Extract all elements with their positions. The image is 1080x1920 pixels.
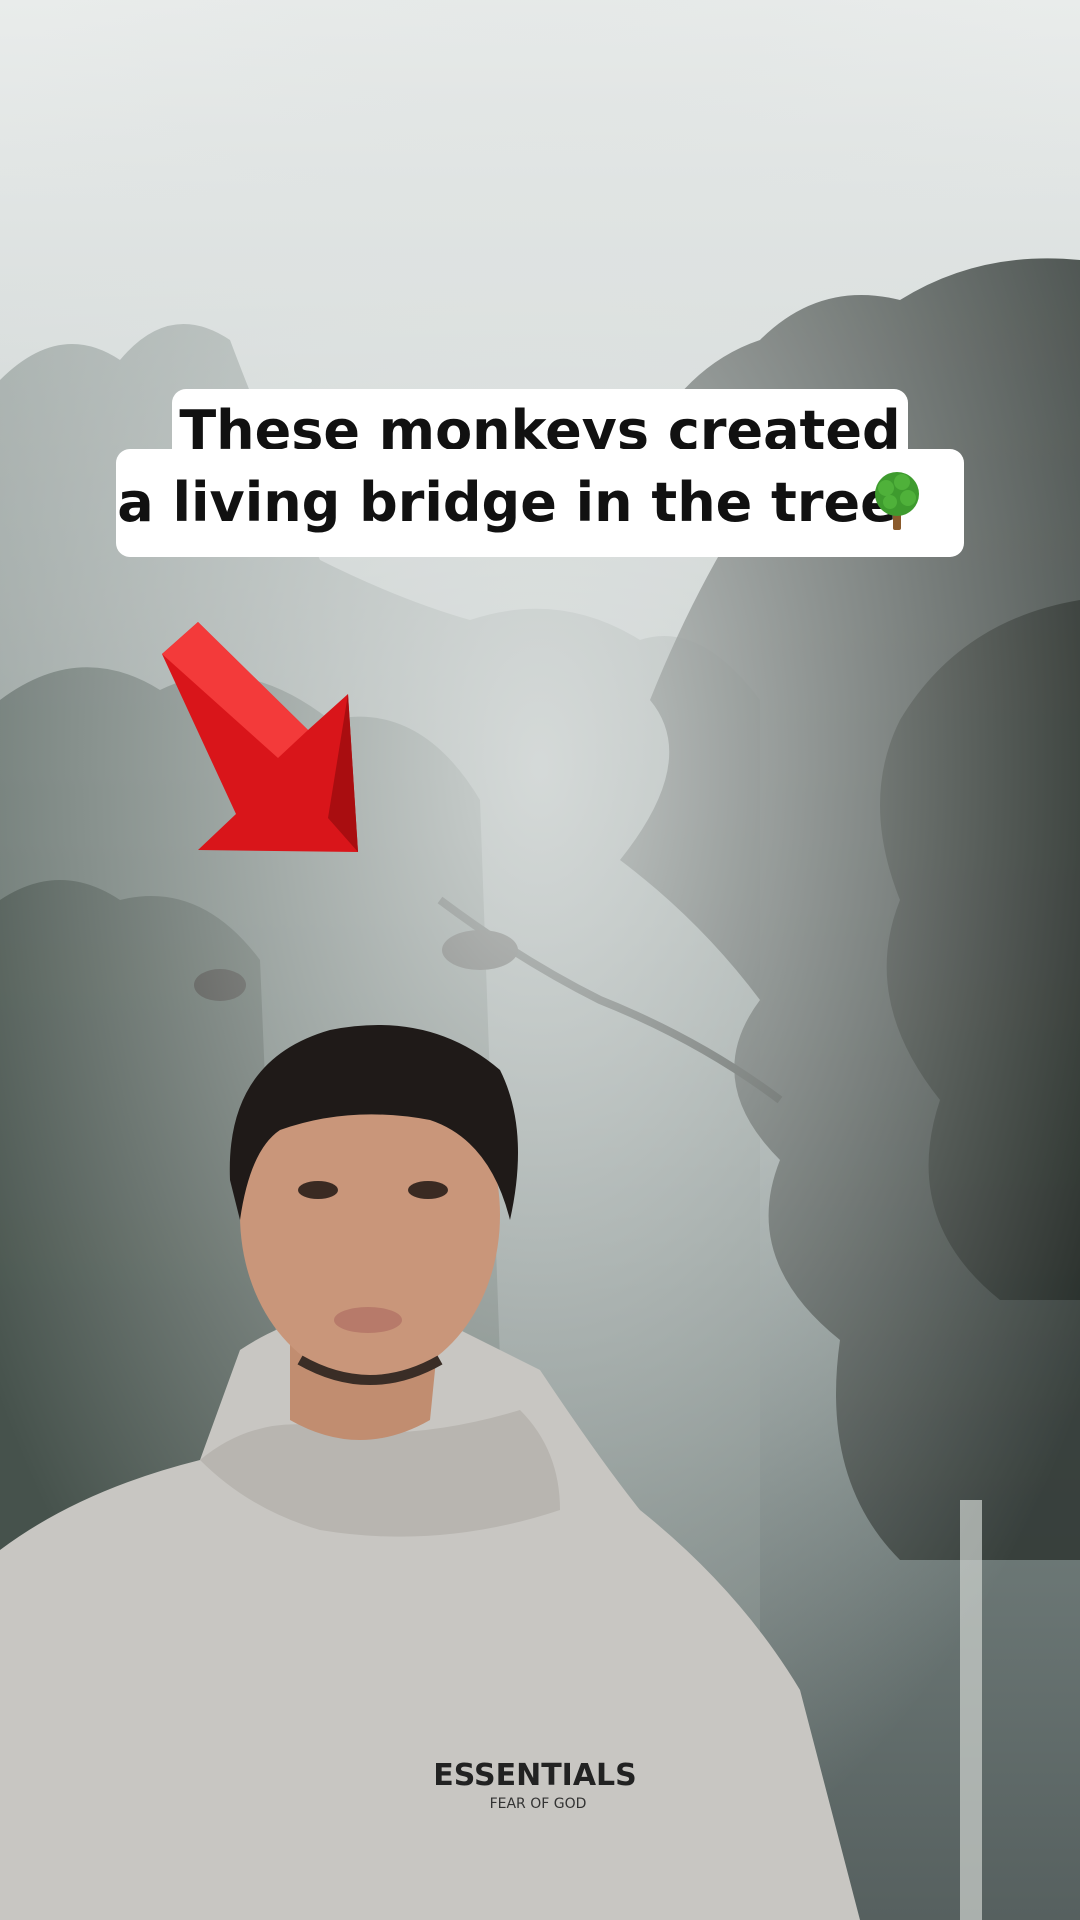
red-arrow-icon [162,622,358,852]
hoodie-brand-text: ESSENTIALS [433,1758,637,1793]
hoodie-subtext: FEAR OF GOD [490,1796,587,1812]
presenter: ESSENTIALS FEAR OF GOD [0,1025,860,1920]
video-frame[interactable]: These monkeys created a living bridge in… [0,0,1080,1920]
